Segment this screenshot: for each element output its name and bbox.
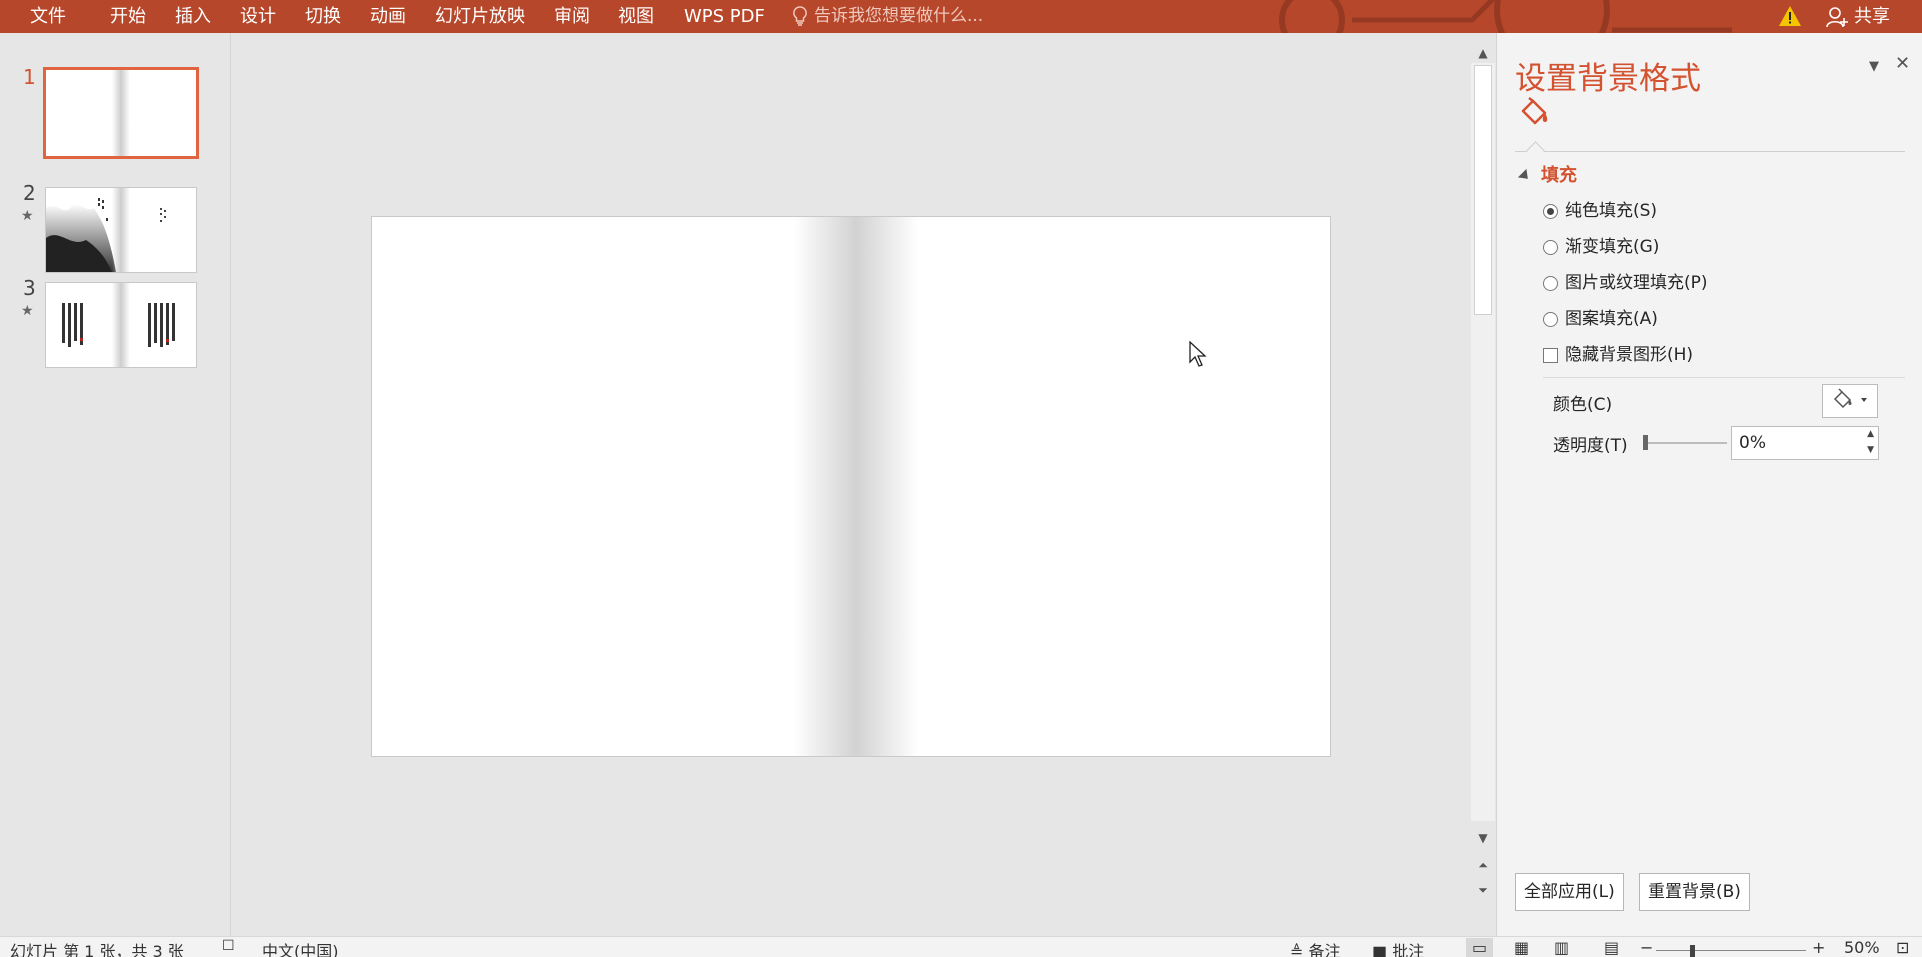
solid-fill-option[interactable]: 纯色填充(S) (1543, 199, 1657, 223)
zoom-slider[interactable] (1656, 950, 1806, 951)
slide-editing-canvas (231, 33, 1471, 936)
previous-slide-button[interactable]: ⏶ (1471, 855, 1495, 875)
share-button[interactable]: 共享 (1826, 0, 1890, 33)
comments-toggle[interactable]: ■ 批注 (1372, 938, 1424, 957)
tab-wps-pdf[interactable]: WPS PDF (684, 0, 765, 33)
gradient-fill-label: 渐变填充(G) (1565, 237, 1660, 257)
tab-insert[interactable]: 插入 (175, 0, 211, 33)
collapse-triangle-icon (1517, 168, 1533, 184)
slide-thumbnail-3[interactable] (45, 282, 197, 368)
zoom-in-button[interactable]: + (1812, 938, 1825, 957)
slide-thumbnail-1[interactable] (43, 67, 199, 159)
reset-background-button[interactable]: 重置背景(B) (1639, 873, 1750, 911)
hide-background-graphics-option[interactable]: 隐藏背景图形(H) (1543, 343, 1693, 367)
pattern-fill-radio[interactable] (1543, 311, 1558, 327)
fit-to-window-icon[interactable]: ⊡ (1896, 938, 1909, 957)
user-icon (1826, 7, 1848, 28)
lightbulb-icon (793, 6, 807, 26)
tab-file[interactable]: 文件 (30, 0, 66, 33)
spellcheck-icon[interactable]: ☐ (222, 938, 235, 954)
picture-texture-fill-option[interactable]: 图片或纹理填充(P) (1543, 271, 1708, 295)
solid-fill-radio[interactable] (1543, 203, 1558, 219)
panel-options-chevron-icon[interactable]: ▼ (1869, 59, 1879, 74)
slide-number-3: 3 (23, 276, 36, 300)
slide-thumbnails-pane: 1 2 ★ 3 ★ (0, 33, 231, 936)
tab-home[interactable]: 开始 (110, 0, 146, 33)
slide-number-1: 1 (23, 65, 36, 89)
zoom-level[interactable]: 50% (1844, 938, 1880, 957)
format-background-panel: 设置背景格式 ▼ ✕ 填充 纯色填充(S) 渐变填充(G) 图片或纹理填充(P)… (1496, 33, 1922, 936)
panel-divider (1543, 377, 1905, 378)
tab-animations[interactable]: 动画 (370, 0, 406, 33)
fill-color-bucket-icon (1833, 388, 1867, 409)
tell-me-text: 告诉我您想要做什么... (814, 6, 984, 26)
solid-fill-label: 纯色填充(S) (1565, 201, 1658, 221)
slide-sorter-icon[interactable]: ▦ (1514, 938, 1529, 957)
transparency-value: 0% (1739, 433, 1766, 453)
scroll-down-button[interactable]: ▼ (1471, 828, 1495, 848)
tab-indicator (1526, 141, 1545, 160)
zoom-out-button[interactable]: − (1640, 938, 1653, 957)
pattern-fill-label: 图案填充(A) (1565, 309, 1658, 329)
warning-icon[interactable] (1778, 5, 1802, 27)
tab-view[interactable]: 视图 (618, 0, 654, 33)
slide-counter: 幻灯片 第 1 张，共 3 张 (10, 942, 184, 957)
share-label: 共享 (1854, 6, 1890, 27)
chevron-down-icon (1861, 398, 1867, 402)
book-fold-shadow (112, 188, 130, 272)
panel-title: 设置背景格式 (1515, 61, 1701, 97)
fill-color-dropdown[interactable] (1822, 384, 1878, 418)
notes-label: 备注 (1308, 942, 1341, 957)
slideshow-icon[interactable]: ▤ (1604, 938, 1619, 957)
comments-label: 批注 (1392, 942, 1425, 957)
transparency-label: 透明度(T) (1553, 436, 1628, 456)
tab-design[interactable]: 设计 (240, 0, 276, 33)
fill-section-label: 填充 (1541, 165, 1577, 186)
current-slide[interactable] (371, 216, 1331, 757)
pattern-fill-option[interactable]: 图案填充(A) (1543, 307, 1658, 331)
transparency-spinner[interactable]: 0% ▲ ▼ (1731, 426, 1879, 460)
tab-transitions[interactable]: 切换 (305, 0, 341, 33)
hide-background-checkbox[interactable] (1543, 347, 1558, 363)
vertical-scrollbar[interactable] (1471, 63, 1495, 821)
transparency-slider-handle[interactable] (1643, 435, 1648, 450)
book-fold-shadow (112, 70, 130, 156)
animation-star-icon: ★ (21, 208, 34, 224)
scrollbar-thumb[interactable] (1474, 65, 1492, 315)
slide-thumbnail-2[interactable] (45, 187, 197, 273)
paint-bucket-icon[interactable] (1517, 97, 1551, 131)
reading-view-icon[interactable]: ▥ (1554, 938, 1569, 957)
panel-divider (1515, 151, 1905, 152)
tell-me-search[interactable]: 告诉我您想要做什么... (792, 0, 983, 33)
ribbon-bar: 文件 开始 插入 设计 切换 动画 幻灯片放映 审阅 视图 WPS PDF 告诉… (0, 0, 1922, 33)
scroll-up-button[interactable]: ▲ (1471, 43, 1495, 63)
next-slide-button[interactable]: ⏷ (1471, 880, 1495, 900)
slide-number-2: 2 (23, 181, 36, 205)
tab-review[interactable]: 审阅 (554, 0, 590, 33)
tab-slideshow[interactable]: 幻灯片放映 (435, 0, 525, 33)
animation-star-icon: ★ (21, 303, 34, 319)
fill-section-header[interactable]: 填充 (1517, 161, 1577, 187)
close-icon[interactable]: ✕ (1895, 53, 1910, 74)
mouse-cursor-icon (1189, 341, 1207, 367)
picture-texture-fill-label: 图片或纹理填充(P) (1565, 273, 1708, 293)
book-fold-shadow (112, 283, 130, 367)
ribbon-decoration (1279, 0, 1732, 33)
gradient-fill-option[interactable]: 渐变填充(G) (1543, 235, 1659, 259)
language-indicator[interactable]: 中文(中国) (262, 938, 339, 957)
book-fold-shadow (793, 217, 919, 756)
zoom-slider-handle[interactable] (1690, 945, 1695, 957)
apply-to-all-button[interactable]: 全部应用(L) (1515, 873, 1624, 911)
color-label: 颜色(C) (1553, 395, 1613, 415)
hide-background-label: 隐藏背景图形(H) (1565, 345, 1694, 365)
normal-view-icon[interactable]: ▭ (1466, 938, 1494, 957)
notes-toggle[interactable]: ≜ 备注 (1290, 938, 1341, 957)
picture-texture-fill-radio[interactable] (1543, 275, 1558, 291)
transparency-slider[interactable] (1645, 442, 1727, 444)
spin-down-icon[interactable]: ▼ (1867, 434, 1874, 466)
gradient-fill-radio[interactable] (1543, 239, 1558, 255)
status-bar: 幻灯片 第 1 张，共 3 张 ☐ 中文(中国) ≜ 备注 ■ 批注 ▭ ▦ ▥… (0, 936, 1922, 957)
